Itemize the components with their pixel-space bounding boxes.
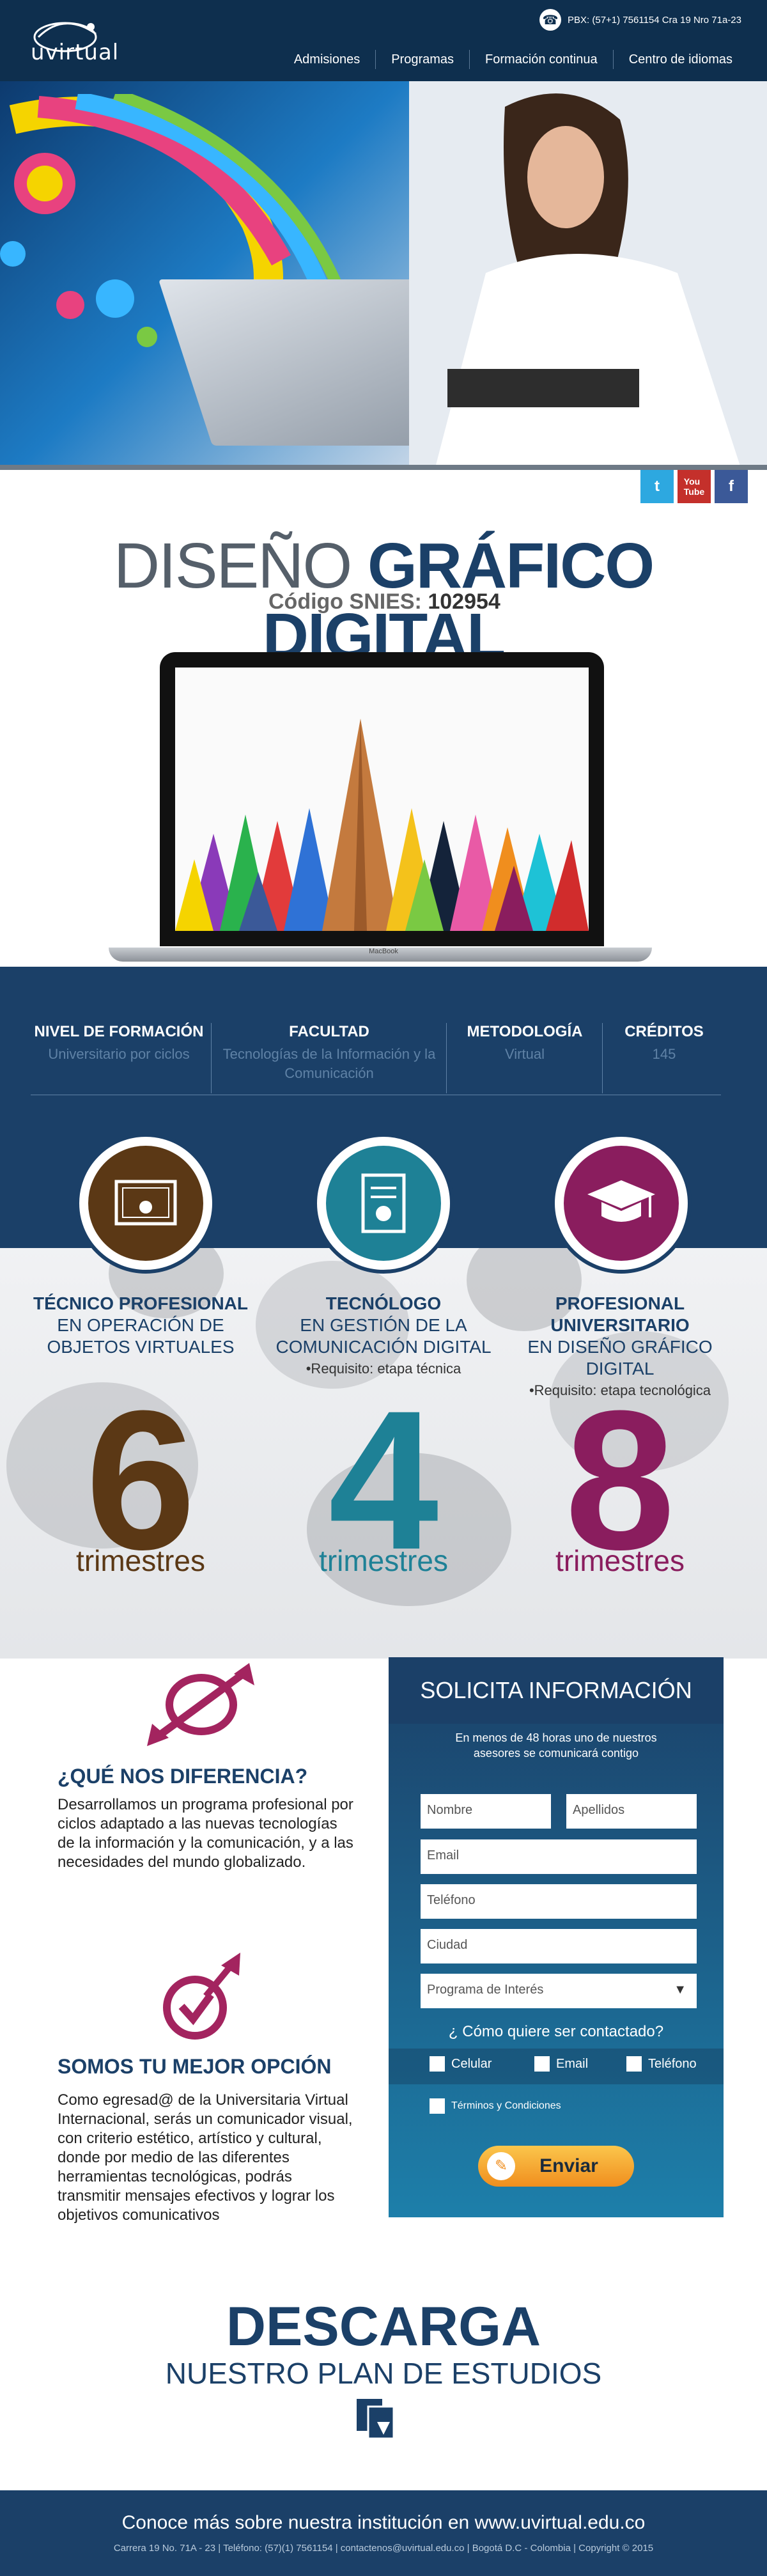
- footer: Conoce más sobre nuestra institución en …: [0, 2490, 767, 2576]
- hero-banner: [0, 81, 767, 470]
- arrows-exchange-icon: [147, 1663, 254, 1746]
- programa-select[interactable]: Programa de Interés ▼: [421, 1974, 697, 2008]
- download-icon[interactable]: [353, 2396, 401, 2445]
- form-title: SOLICITA INFORMACIÓN: [389, 1657, 724, 1724]
- info-value: Virtual: [505, 1046, 545, 1062]
- form-subtitle: En menos de 48 horas uno de nuestros ase…: [455, 1731, 657, 1760]
- option-celular[interactable]: Celular: [430, 2056, 492, 2072]
- degree-subtitle: EN GESTIÓN DE LA COMUNICACIÓN DIGITAL: [275, 1315, 492, 1357]
- footer-details: Carrera 19 No. 71A - 23 | Teléfono: (57)…: [113, 2543, 654, 2554]
- send-icon: ✎: [487, 2152, 515, 2180]
- terms-option[interactable]: Términos y Condiciones: [430, 2098, 561, 2114]
- degree-name: TECNÓLOGO: [325, 1293, 442, 1313]
- info-heading: CRÉDITOS: [624, 1023, 704, 1040]
- diff-text: Desarrollamos un programa profesional po…: [58, 1796, 353, 1871]
- email-option-label: Email: [556, 2056, 589, 2071]
- contact-question: ¿ Cómo quiere ser contactado?: [448, 2023, 664, 2040]
- phone-icon: ☎: [539, 9, 562, 31]
- celular-label: Celular: [451, 2056, 492, 2071]
- email-field[interactable]: Email: [421, 1839, 697, 1874]
- certificate-icon: [88, 1146, 203, 1261]
- logo-text[interactable]: uvirtual: [31, 40, 119, 65]
- duration-unit-tecnologo: trimestres: [319, 1544, 448, 1577]
- email-checkbox[interactable]: [534, 2056, 550, 2072]
- info-value: Universitario por ciclos: [48, 1046, 190, 1062]
- info-divider: [602, 1023, 603, 1093]
- send-button-label: Enviar: [539, 2155, 598, 2176]
- duration-unit-tecnico: trimestres: [76, 1544, 205, 1577]
- telefono-option-label: Teléfono: [648, 2056, 697, 2071]
- apellidos-field[interactable]: Apellidos: [566, 1794, 697, 1829]
- info-value: 145: [652, 1046, 676, 1062]
- info-metodologia: METODOLOGÍA Virtual: [451, 1023, 598, 1064]
- snies-number: 102954: [428, 589, 500, 614]
- degree-subtitle: EN OPERACIÓN DE OBJETOS VIRTUALES: [47, 1315, 235, 1357]
- contact-text: PBX: (57+1) 7561154 Cra 19 Nro 71a-23: [568, 14, 741, 26]
- nav-formacion-continua[interactable]: Formación continua: [469, 50, 613, 69]
- professional-degree-badge: [551, 1133, 692, 1274]
- info-value: Tecnologías de la Información y la Comun…: [222, 1046, 436, 1081]
- macbook-screen: [160, 652, 604, 946]
- diff-heading: ¿QUÉ NOS DIFERENCIA?: [58, 1765, 308, 1788]
- info-heading: NIVEL DE FORMACIÓN: [34, 1023, 204, 1040]
- nav-admisiones[interactable]: Admisiones: [279, 50, 375, 69]
- pencils-graphic: [175, 667, 589, 931]
- main-nav: Admisiones Programas Formación continua …: [279, 50, 748, 69]
- duration-unit-profesional: trimestres: [555, 1544, 685, 1577]
- info-facultad: FACULTAD Tecnologías de la Información y…: [217, 1023, 441, 1083]
- terms-checkbox[interactable]: [430, 2098, 445, 2114]
- contact-info: ☎ PBX: (57+1) 7561154 Cra 19 Nro 71a-23: [539, 9, 741, 31]
- hero-person-image: [409, 81, 767, 470]
- nombre-field[interactable]: Nombre: [421, 1794, 551, 1829]
- twitter-icon[interactable]: t: [640, 470, 674, 503]
- colored-pencils-image: [175, 667, 589, 931]
- info-divider: [211, 1023, 212, 1093]
- option-telefono[interactable]: Teléfono: [626, 2056, 697, 2072]
- telefono-checkbox[interactable]: [626, 2056, 642, 2072]
- chevron-down-icon: ▼: [674, 1983, 686, 1997]
- nav-programas[interactable]: Programas: [375, 50, 469, 69]
- info-heading: METODOLOGÍA: [467, 1023, 583, 1040]
- snies-code: Código SNIES: 102954: [268, 589, 500, 614]
- info-nivel: NIVEL DE FORMACIÓN Universitario por cic…: [31, 1023, 207, 1064]
- degree-title-tecnologo: TECNÓLOGO EN GESTIÓN DE LA COMUNICACIÓN …: [268, 1293, 499, 1380]
- snies-label: Código SNIES:: [268, 589, 422, 614]
- programa-select-label: Programa de Interés: [427, 1983, 544, 1997]
- target-check-icon: [163, 1953, 240, 2040]
- info-creditos: CRÉDITOS 145: [607, 1023, 721, 1064]
- degree-name: TÉCNICO PROFESIONAL: [33, 1293, 248, 1313]
- terms-label[interactable]: Términos y Condiciones: [451, 2100, 561, 2112]
- social-links: t You Tube f: [640, 470, 748, 503]
- technologist-degree-badge: [313, 1133, 454, 1274]
- best-option-text: Como egresad@ de la Universitaria Virtua…: [58, 2091, 353, 2224]
- download-heading[interactable]: DESCARGA: [0, 2295, 767, 2359]
- hero-divider: [0, 465, 767, 470]
- diploma-icon: [326, 1146, 441, 1261]
- header: uvirtual ☎ PBX: (57+1) 7561154 Cra 19 Nr…: [0, 0, 767, 81]
- footer-heading[interactable]: Conoce más sobre nuestra institución en …: [0, 2512, 767, 2534]
- info-divider: [446, 1023, 447, 1093]
- info-request-form: SOLICITA INFORMACIÓN En menos de 48 hora…: [389, 1657, 724, 2217]
- degree-title-tecnico: TÉCNICO PROFESIONAL EN OPERACIÓN DE OBJE…: [26, 1293, 256, 1358]
- degree-name: PROFESIONAL UNIVERSITARIO: [550, 1293, 690, 1335]
- technical-degree-badge: [75, 1133, 216, 1274]
- nav-centro-idiomas[interactable]: Centro de idiomas: [612, 50, 748, 69]
- best-option-heading: SOMOS TU MEJOR OPCIÓN: [58, 2055, 332, 2078]
- ciudad-field[interactable]: Ciudad: [421, 1929, 697, 1963]
- option-email[interactable]: Email: [534, 2056, 588, 2072]
- graduation-cap-icon: [564, 1146, 679, 1261]
- send-button[interactable]: ✎ Enviar: [478, 2146, 634, 2187]
- telefono-field[interactable]: Teléfono: [421, 1884, 697, 1919]
- info-heading: FACULTAD: [289, 1023, 369, 1040]
- facebook-icon[interactable]: f: [715, 470, 748, 503]
- download-subheading[interactable]: NUESTRO PLAN DE ESTUDIOS: [0, 2356, 767, 2391]
- celular-checkbox[interactable]: [430, 2056, 445, 2072]
- macbook-label: MacBook: [369, 948, 398, 955]
- youtube-icon[interactable]: You Tube: [678, 470, 711, 503]
